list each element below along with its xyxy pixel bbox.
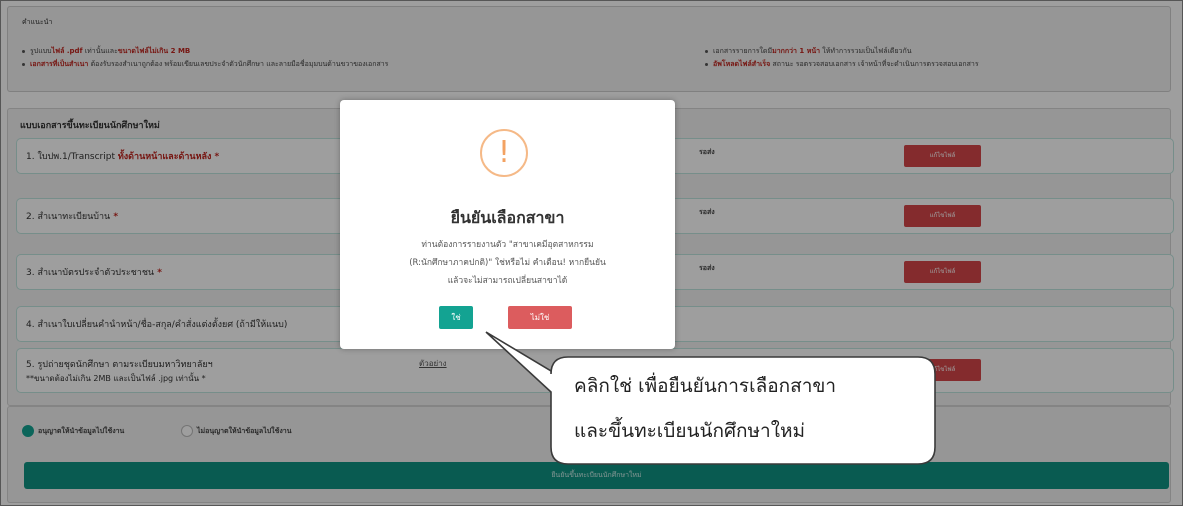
callout-text-line-1: คลิกใช่ เพื่อยืนยันการเลือกสาขา <box>574 375 837 397</box>
dialog-title: ยืนยันเลือกสาขา <box>450 208 565 227</box>
confirm-branch-dialog: ! ยืนยันเลือกสาขา ท่านต้องการรายงานตัว "… <box>340 100 675 349</box>
dialog-message: ท่านต้องการรายงานตัว "สาขาเคมีอุตสาหกรรม… <box>409 240 606 286</box>
no-button[interactable]: ไม่ใช่ <box>508 306 572 329</box>
callout-text-line-2: และขึ้นทะเบียนนักศึกษาใหม่ <box>574 420 806 442</box>
yes-button[interactable]: ใช่ <box>439 306 473 329</box>
warning-icon: ! <box>480 129 528 177</box>
